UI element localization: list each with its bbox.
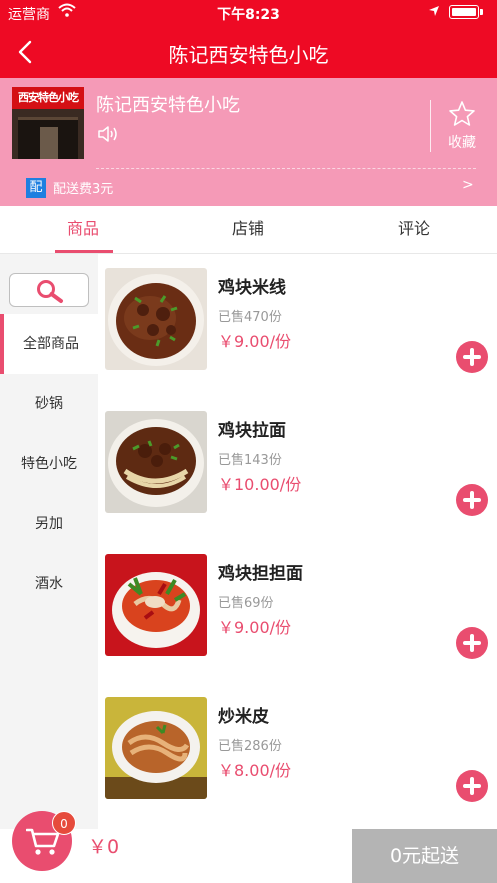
category-drinks[interactable]: 酒水 [0, 554, 98, 614]
tab-products[interactable]: 商品 [33, 206, 133, 254]
header-divider [96, 168, 476, 169]
add-to-cart-button[interactable] [456, 341, 488, 373]
category-clay-pot[interactable]: 砂锅 [0, 374, 98, 434]
product-price: ￥10.00/份 [218, 475, 302, 494]
search-icon [37, 280, 63, 303]
category-extras[interactable]: 另加 [0, 494, 98, 554]
product-item[interactable]: 鸡块拉面 已售143份 ￥10.00/份 [98, 397, 497, 540]
product-price: ￥8.00/份 [218, 761, 292, 780]
product-name: 鸡块米线 [218, 278, 286, 298]
active-tab-indicator [55, 250, 113, 253]
product-image[interactable] [105, 697, 207, 799]
favorite-label: 收藏 [448, 135, 476, 151]
delivery-arrow-icon[interactable]: > [462, 177, 474, 193]
product-item[interactable]: 炒米皮 已售286份 ￥8.00/份 [98, 683, 497, 826]
product-sold-count: 已售286份 [218, 739, 282, 754]
battery-tip [480, 9, 483, 15]
delivery-fee-text: 配送费3元 [53, 182, 114, 197]
product-name: 炒米皮 [218, 707, 269, 727]
status-bar: 运营商 下午8:23 [0, 0, 497, 26]
favorite-button[interactable]: 收藏 [442, 100, 482, 152]
clock: 下午8:23 [217, 7, 280, 23]
product-price: ￥9.00/份 [218, 332, 292, 351]
tab-store[interactable]: 店铺 [198, 206, 298, 254]
product-sold-count: 已售143份 [218, 453, 282, 468]
favorite-divider [430, 100, 431, 152]
product-sold-count: 已售69份 [218, 596, 274, 611]
product-image[interactable] [105, 268, 207, 370]
tab-reviews[interactable]: 评论 [364, 206, 464, 254]
delivery-badge: 配 [26, 178, 46, 198]
cart-total: ￥0 [88, 836, 120, 858]
product-item[interactable]: 鸡块米线 已售470份 ￥9.00/份 [98, 254, 497, 397]
product-sold-count: 已售470份 [218, 310, 282, 325]
speaker-icon[interactable] [97, 124, 121, 144]
product-image[interactable] [105, 411, 207, 513]
product-item[interactable]: 鸡块担担面 已售69份 ￥9.00/份 [98, 540, 497, 683]
add-to-cart-button[interactable] [456, 627, 488, 659]
category-sidebar: 全部商品 砂锅 特色小吃 另加 酒水 [0, 254, 98, 829]
product-name: 鸡块担担面 [218, 564, 303, 584]
checkout-button[interactable]: 0元起送 [352, 829, 497, 883]
product-name: 鸡块拉面 [218, 421, 286, 441]
storefront-sign: 西安特色小吃 [12, 87, 84, 109]
add-to-cart-button[interactable] [456, 770, 488, 802]
location-arrow-icon [429, 6, 439, 16]
shop-storefront-image: 西安特色小吃 [12, 87, 84, 159]
shop-name: 陈记西安特色小吃 [96, 95, 240, 116]
cart-count-badge: 0 [52, 811, 76, 835]
product-image[interactable] [105, 554, 207, 656]
page-title: 陈记西安特色小吃 [168, 43, 329, 67]
search-button[interactable] [9, 273, 89, 307]
category-specialty-snacks[interactable]: 特色小吃 [0, 434, 98, 494]
add-to-cart-button[interactable] [456, 484, 488, 516]
product-price: ￥9.00/份 [218, 618, 292, 637]
nav-bar: 陈记西安特色小吃 [0, 26, 497, 78]
tab-bar: 商品 店铺 评论 [0, 206, 497, 254]
battery-icon [449, 5, 479, 19]
category-all-products[interactable]: 全部商品 [0, 314, 98, 374]
star-icon [449, 101, 475, 126]
